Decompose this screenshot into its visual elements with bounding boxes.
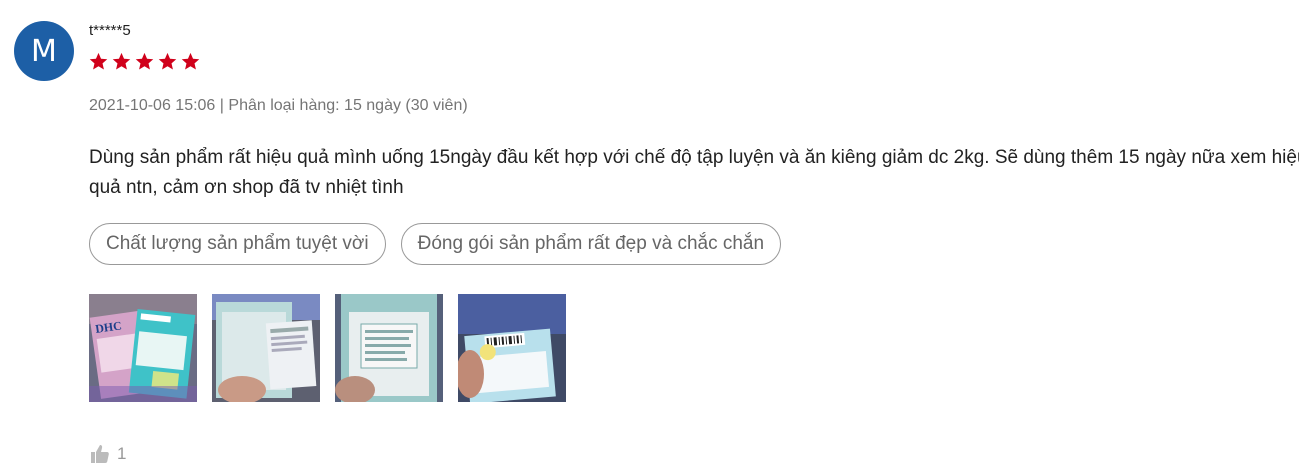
- product-variant: Phân loại hàng: 15 ngày (30 viên): [228, 97, 468, 114]
- review-photo-thumbnail[interactable]: DHC: [89, 294, 197, 402]
- star-icon: [112, 52, 131, 70]
- review-tag: Đóng gói sản phẩm rất đẹp và chắc chắn: [400, 223, 782, 265]
- review-text: Dùng sản phẩm rất hiệu quả mình uống 15n…: [89, 147, 1299, 198]
- star-icon: [135, 52, 154, 70]
- like-section: 1: [89, 444, 126, 464]
- review-photo-thumbnail[interactable]: [458, 294, 566, 402]
- review-photos: DHC: [89, 294, 566, 402]
- review-tag: Chất lượng sản phẩm tuyệt vời: [89, 223, 386, 265]
- meta-separator: |: [219, 97, 224, 114]
- review-photo-thumbnail[interactable]: [212, 294, 320, 402]
- review-date: 2021-10-06 15:06: [89, 97, 216, 114]
- review-meta: 2021-10-06 15:06 | Phân loại hàng: 15 ng…: [89, 97, 468, 115]
- star-icon: [158, 52, 177, 70]
- rating-stars: [88, 51, 201, 72]
- thumbs-up-icon[interactable]: [89, 444, 111, 464]
- star-icon: [89, 52, 108, 70]
- review-tags: Chất lượng sản phẩm tuyệt vời Đóng gói s…: [89, 223, 782, 265]
- reviewer-username[interactable]: t*****5: [89, 22, 131, 39]
- avatar[interactable]: M: [14, 21, 74, 81]
- like-count: 1: [117, 444, 127, 463]
- star-icon: [181, 52, 200, 70]
- review-photo-thumbnail[interactable]: [335, 294, 443, 402]
